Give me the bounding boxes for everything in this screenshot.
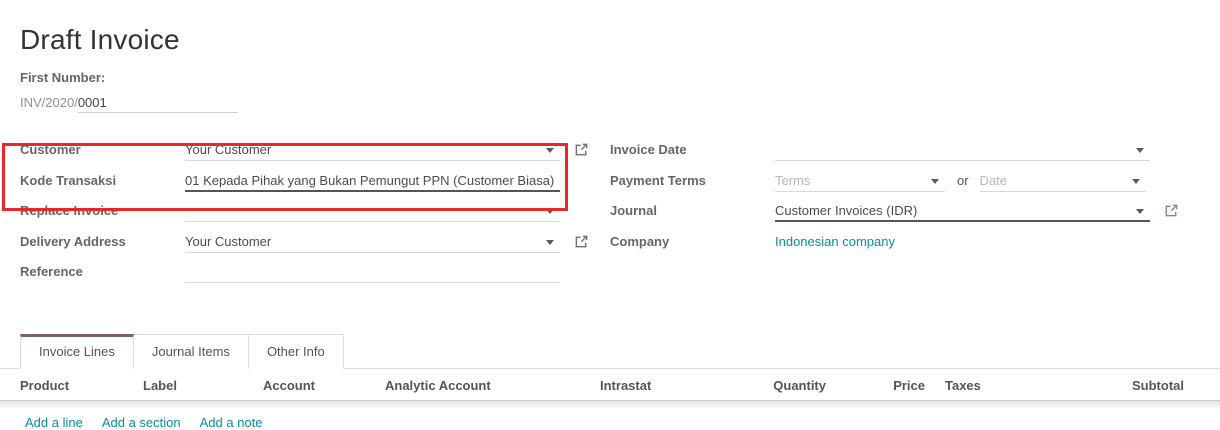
replace-invoice-select[interactable] — [185, 200, 560, 222]
replace-invoice-row: Replace Invoice — [20, 200, 586, 231]
invoice-date-row: Invoice Date — [610, 139, 1176, 170]
external-link-icon[interactable] — [574, 234, 589, 249]
column-header-taxes: Taxes — [925, 378, 1045, 393]
chevron-down-icon — [1136, 148, 1144, 153]
external-link-icon[interactable] — [1164, 203, 1179, 218]
line-actions-row: Add a line Add a section Add a note — [0, 408, 1220, 430]
column-header-quantity: Quantity — [748, 378, 826, 393]
payment-terms-or-label: or — [945, 170, 980, 188]
kode-transaksi-label: Kode Transaksi — [20, 170, 185, 188]
payment-terms-label: Payment Terms — [610, 170, 775, 188]
invoice-number-input[interactable]: 0001 — [78, 95, 238, 113]
chevron-down-icon — [546, 148, 554, 153]
company-field: Indonesian company — [775, 231, 1150, 253]
delivery-address-label: Delivery Address — [20, 231, 185, 249]
external-link-icon[interactable] — [574, 142, 589, 157]
company-row: Company Indonesian company — [610, 231, 1176, 262]
invoice-date-select[interactable] — [775, 139, 1150, 161]
column-header-price: Price — [826, 378, 925, 393]
journal-value: Customer Invoices (IDR) — [775, 203, 917, 218]
tab-other-info[interactable]: Other Info — [249, 334, 344, 369]
journal-select[interactable]: Customer Invoices (IDR) — [775, 200, 1150, 222]
chevron-down-icon — [546, 209, 554, 214]
journal-label: Journal — [610, 200, 775, 218]
chevron-down-icon — [1136, 209, 1144, 214]
company-label: Company — [610, 231, 775, 249]
chevron-down-icon — [1132, 179, 1140, 184]
delivery-address-value: Your Customer — [185, 234, 271, 249]
column-header-account: Account — [263, 378, 385, 393]
add-a-note-link[interactable]: Add a note — [200, 415, 263, 430]
column-header-subtotal: Subtotal — [1045, 378, 1220, 393]
tab-invoice-lines[interactable]: Invoice Lines — [20, 334, 134, 369]
column-header-analytic-account: Analytic Account — [385, 378, 600, 393]
kode-transaksi-row: Kode Transaksi 01 Kepada Pihak yang Buka… — [20, 170, 586, 201]
form-right-column: Invoice Date Payment Terms Terms or Date — [610, 139, 1176, 292]
reference-row: Reference — [20, 261, 586, 292]
due-date-select[interactable]: Date — [980, 170, 1146, 192]
payment-terms-placeholder: Terms — [775, 173, 810, 188]
due-date-placeholder: Date — [980, 173, 1007, 188]
form-left-column: Customer Your Customer Kode Transaksi 01… — [20, 139, 586, 292]
invoice-form-page: Draft Invoice First Number: INV/2020/ 00… — [0, 0, 1220, 430]
customer-select[interactable]: Your Customer — [185, 139, 560, 161]
column-header-intrastat: Intrastat — [600, 378, 748, 393]
reference-label: Reference — [20, 261, 185, 279]
company-link[interactable]: Indonesian company — [775, 234, 895, 249]
invoice-date-label: Invoice Date — [610, 139, 775, 157]
customer-value: Your Customer — [185, 142, 271, 157]
column-header-product: Product — [20, 378, 143, 393]
first-number-row: INV/2020/ 0001 — [20, 95, 1220, 113]
page-title: Draft Invoice — [0, 0, 1220, 56]
payment-terms-select[interactable]: Terms — [775, 170, 945, 192]
invoice-number-prefix: INV/2020/ — [20, 95, 78, 110]
invoice-lines-header: Product Label Account Analytic Account I… — [0, 369, 1220, 401]
chevron-down-icon — [931, 179, 939, 184]
delivery-address-select[interactable]: Your Customer — [185, 231, 560, 253]
customer-row: Customer Your Customer — [20, 139, 586, 170]
replace-invoice-label: Replace Invoice — [20, 200, 185, 218]
chevron-down-icon — [546, 240, 554, 245]
delivery-address-row: Delivery Address Your Customer — [20, 231, 586, 262]
payment-terms-row: Payment Terms Terms or Date — [610, 170, 1176, 201]
tab-journal-items[interactable]: Journal Items — [134, 334, 249, 369]
table-header-shadow — [0, 401, 1220, 408]
kode-transaksi-select[interactable]: 01 Kepada Pihak yang Bukan Pemungut PPN … — [185, 170, 560, 192]
column-header-label: Label — [143, 378, 263, 393]
reference-input[interactable] — [185, 261, 560, 283]
add-a-line-link[interactable]: Add a line — [25, 415, 83, 430]
kode-transaksi-value: 01 Kepada Pihak yang Bukan Pemungut PPN … — [185, 173, 554, 188]
add-a-section-link[interactable]: Add a section — [102, 415, 181, 430]
journal-row: Journal Customer Invoices (IDR) — [610, 200, 1176, 231]
customer-label: Customer — [20, 139, 185, 157]
first-number-label: First Number: — [20, 70, 1220, 85]
payment-terms-controls: Terms or Date — [775, 170, 1150, 192]
notebook-tabs: Invoice Lines Journal Items Other Info — [0, 334, 1220, 369]
form-grid: Customer Your Customer Kode Transaksi 01… — [20, 139, 1220, 292]
